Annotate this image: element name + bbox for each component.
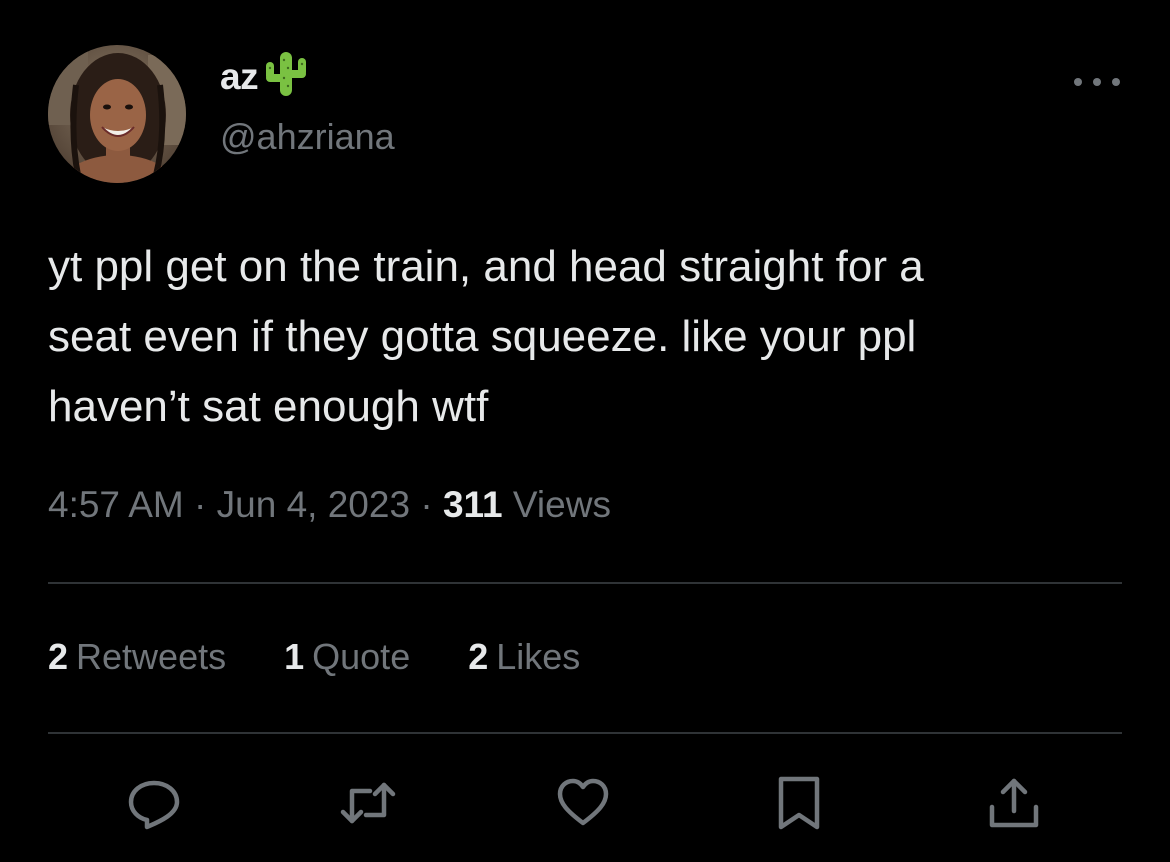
retweets-count: 2 [48,636,69,677]
retweets-stat[interactable]: 2 Retweets [48,636,226,678]
share-button[interactable] [986,775,1042,831]
views-label: Views [512,484,611,525]
views-count: 311 [442,484,503,525]
tweet-meta: 4:57 AM · Jun 4, 2023 · 311 Views [48,484,611,526]
display-name[interactable]: az [220,56,259,98]
like-button[interactable] [555,775,611,831]
likes-count: 2 [468,636,489,677]
quotes-label: Quote [312,636,411,677]
quotes-stat[interactable]: 1 Quote [284,636,410,678]
likes-label: Likes [496,636,581,677]
engagement-stats: 2 Retweets 1 Quote 2 Likes [48,636,638,678]
cactus-icon [260,48,312,100]
display-name-row[interactable]: az [220,52,312,102]
tweet-date[interactable]: Jun 4, 2023 [217,484,410,525]
retweet-icon [340,782,396,824]
meta-separator: · [420,484,433,525]
avatar-image [48,45,186,183]
tweet-time[interactable]: 4:57 AM [48,484,184,525]
bookmark-button[interactable] [771,775,827,831]
reply-icon [128,780,180,830]
meta-separator: · [194,484,207,525]
bookmark-icon [778,776,820,830]
divider [48,732,1122,734]
quotes-count: 1 [284,636,305,677]
divider [48,582,1122,584]
tweet-detail: az @ahzriana yt ppl get on the train, an… [0,0,1170,862]
share-icon [989,778,1039,828]
tweet-text: yt ppl get on the train, and head straig… [48,242,924,431]
avatar[interactable] [48,45,186,183]
like-icon [557,778,609,826]
retweets-label: Retweets [76,636,227,677]
likes-stat[interactable]: 2 Likes [468,636,580,678]
retweet-button[interactable] [340,775,396,831]
more-options-icon[interactable] [1074,72,1120,92]
user-handle[interactable]: @ahzriana [220,116,395,158]
reply-button[interactable] [126,775,182,831]
